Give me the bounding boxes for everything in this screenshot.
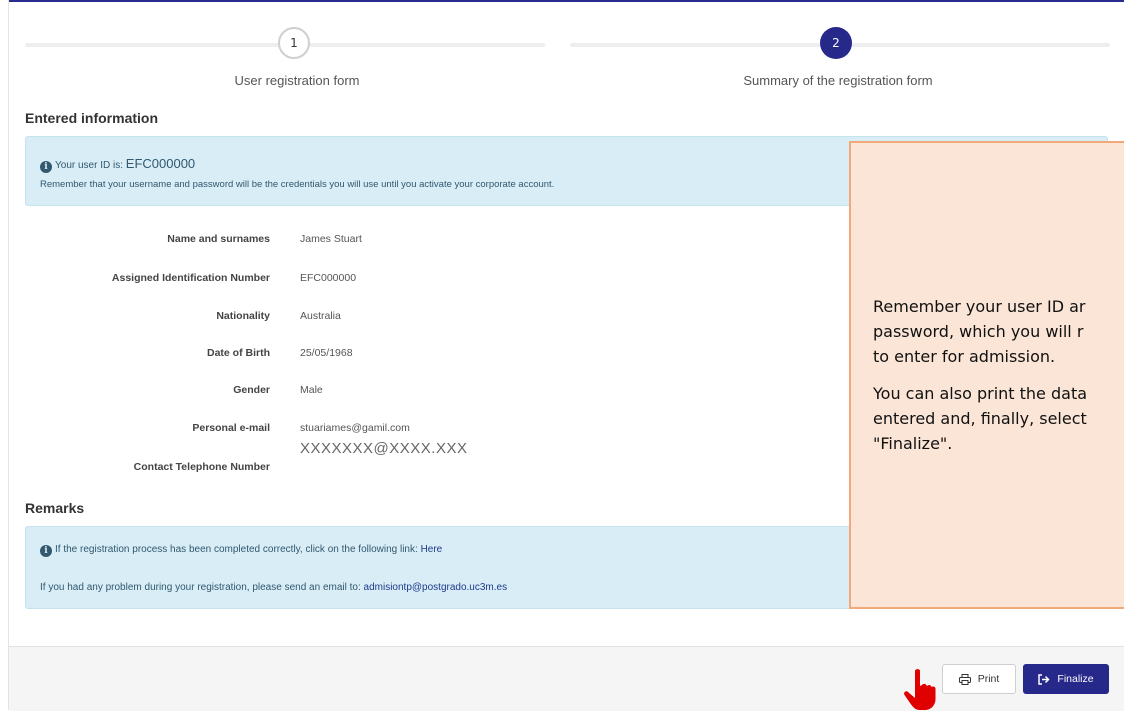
remarks-line-1-text: If the registration process has been com… — [55, 544, 418, 555]
field-value-dob: 25/05/1968 — [300, 347, 353, 359]
step-1-label: User registration form — [234, 73, 360, 88]
field-value-nationality: Australia — [300, 310, 341, 322]
callout-paragraph-2: You can also print the data entered and,… — [873, 384, 1088, 453]
field-value-phone: XXXXXXX@XXXX.XXX — [300, 440, 468, 457]
finalize-button-label: Finalize — [1057, 673, 1094, 685]
field-value-email: stuariames@gamil.com — [300, 422, 410, 434]
printer-icon — [958, 673, 971, 685]
field-label-phone: Contact Telephone Number — [133, 461, 270, 473]
entered-information-title: Entered information — [25, 110, 159, 126]
here-link[interactable]: Here — [421, 544, 443, 555]
instruction-callout: Remember your user ID ar password, which… — [849, 141, 1124, 609]
field-value-id-number: EFC000000 — [300, 272, 357, 284]
info-icon: i — [40, 545, 52, 557]
user-id-prefix: Your user ID is: — [55, 160, 123, 171]
sign-out-icon — [1038, 673, 1050, 685]
user-id-line: i Your user ID is: EFC000000 — [40, 156, 195, 173]
field-label-gender: Gender — [233, 384, 270, 396]
field-label-name: Name and surnames — [167, 233, 270, 245]
field-value-gender: Male — [300, 384, 323, 396]
print-button-label: Print — [977, 673, 1000, 685]
remarks-line-1: i If the registration process has been co… — [40, 544, 442, 557]
pointing-hand-icon — [904, 669, 936, 710]
credentials-reminder: Remember that your username and password… — [40, 179, 555, 190]
print-button[interactable]: Print — [942, 664, 1016, 694]
support-email-link[interactable]: admisiontp@postgrado.uc3m.es — [364, 582, 508, 593]
top-border — [8, 0, 1124, 2]
step-2-label: Summary of the registration form — [743, 73, 933, 88]
remarks-title: Remarks — [25, 500, 85, 516]
user-id-value: EFC000000 — [125, 156, 196, 171]
step-2-circle[interactable]: 2 — [820, 27, 852, 59]
remarks-line-2: If you had any problem during your regis… — [40, 582, 507, 593]
field-label-dob: Date of Birth — [207, 347, 270, 359]
callout-paragraph-1: Remember your user ID ar password, which… — [873, 297, 1086, 366]
remarks-line-2-text: If you had any problem during your regis… — [40, 582, 361, 593]
field-label-email: Personal e-mail — [192, 422, 270, 434]
info-icon: i — [40, 161, 52, 173]
field-value-name: James Stuart — [300, 233, 362, 245]
finalize-button[interactable]: Finalize — [1023, 664, 1109, 694]
field-label-nationality: Nationality — [216, 310, 270, 322]
field-label-id-number: Assigned Identification Number — [111, 272, 270, 284]
step-1-circle[interactable]: 1 — [278, 27, 310, 59]
